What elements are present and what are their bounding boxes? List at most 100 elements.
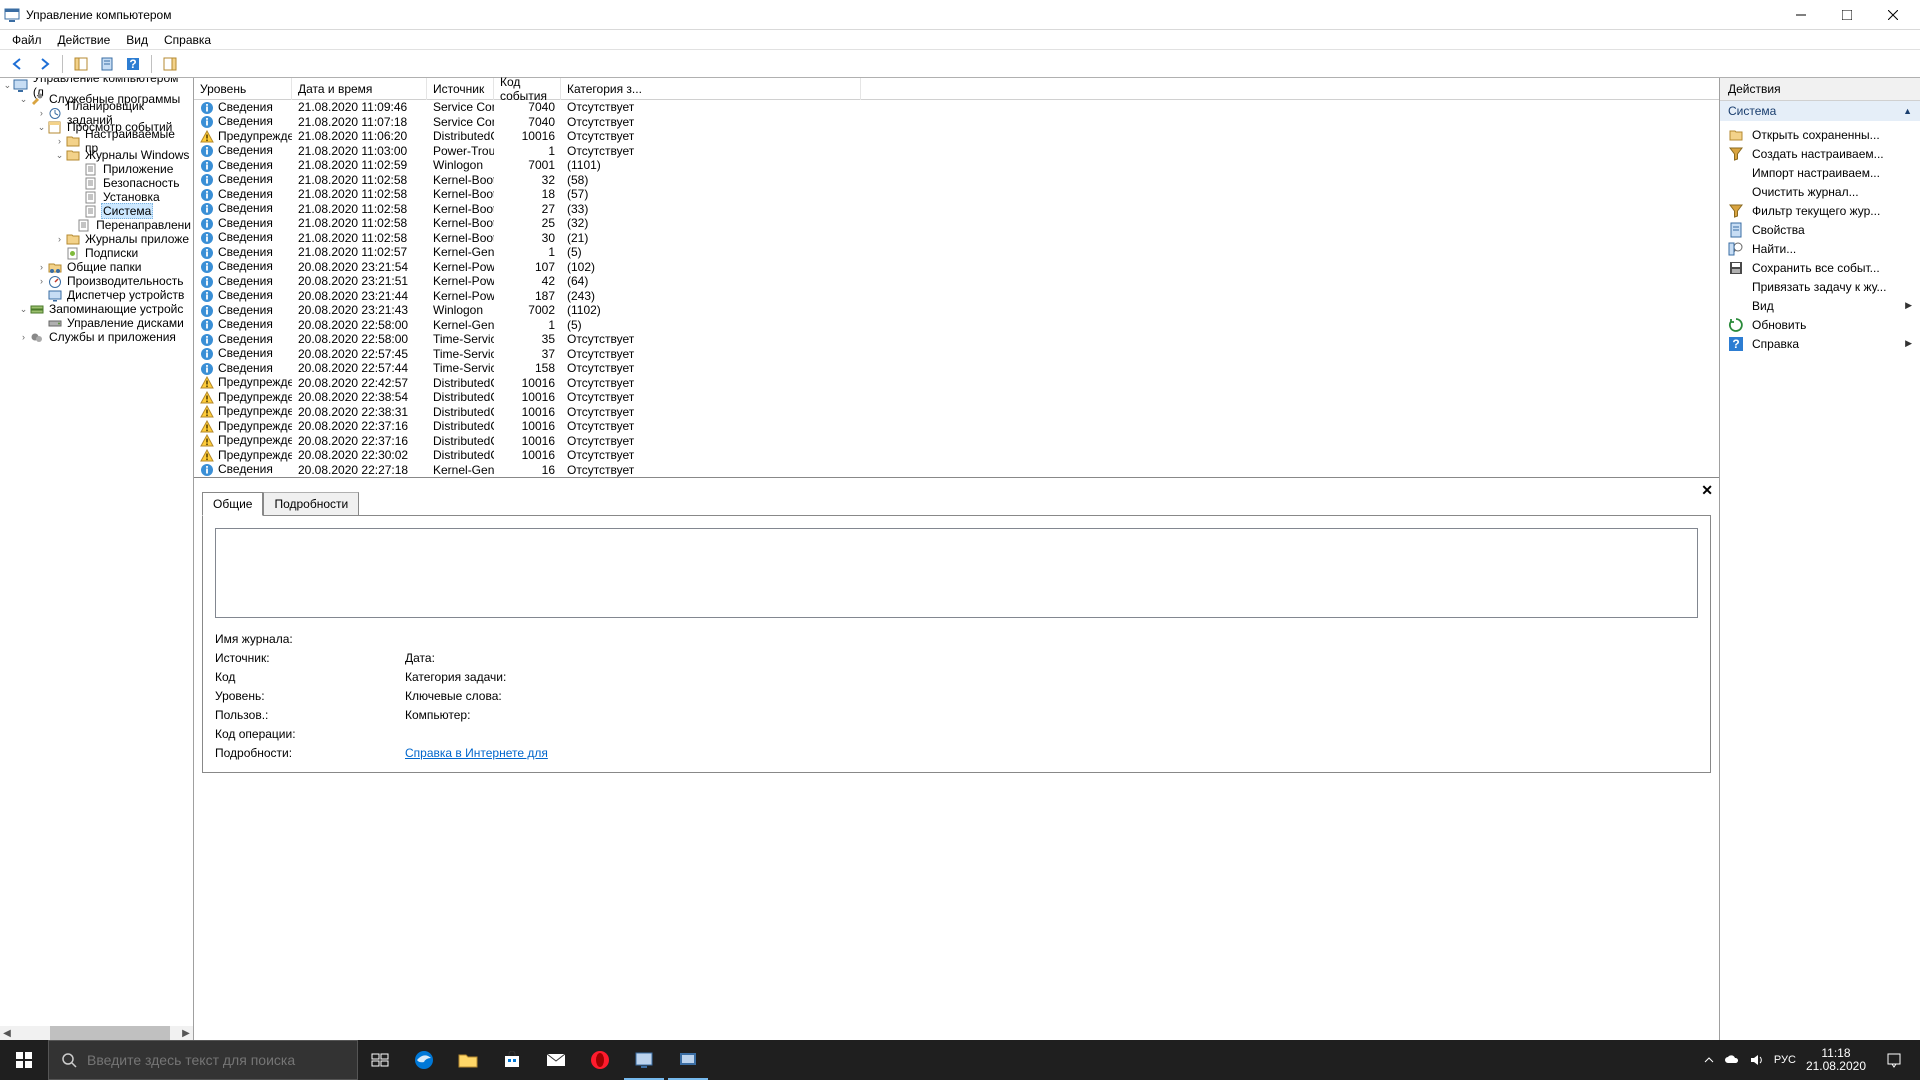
- mail-icon[interactable]: [534, 1040, 578, 1080]
- col-source[interactable]: Источник: [427, 78, 494, 100]
- event-row[interactable]: Сведения20.08.2020 22:57:45Time-Service3…: [194, 347, 1719, 362]
- event-row[interactable]: Сведения21.08.2020 11:09:46Service Cont.…: [194, 100, 1719, 115]
- tree[interactable]: ⌄Управление компьютером (л⌄Служебные про…: [0, 78, 193, 1026]
- event-row[interactable]: Предупреждение20.08.2020 22:38:54Distrib…: [194, 390, 1719, 405]
- tree-node[interactable]: Приложение: [0, 162, 193, 176]
- event-row[interactable]: Сведения21.08.2020 11:02:58Kernel-Boot27…: [194, 202, 1719, 217]
- show-hide-tree-button[interactable]: [69, 53, 93, 75]
- col-category[interactable]: Категория з...: [561, 78, 861, 100]
- tree-node[interactable]: Перенаправлени: [0, 218, 193, 232]
- event-row[interactable]: Предупреждение20.08.2020 22:30:02Distrib…: [194, 448, 1719, 463]
- action-item[interactable]: Свойства: [1720, 220, 1920, 239]
- event-row[interactable]: Сведения20.08.2020 23:21:51Kernel-Power4…: [194, 274, 1719, 289]
- tree-node[interactable]: ›Производительность: [0, 274, 193, 288]
- taskbar-search[interactable]: [48, 1040, 358, 1080]
- store-icon[interactable]: [490, 1040, 534, 1080]
- event-row[interactable]: Сведения21.08.2020 11:03:00Power-Trou...…: [194, 144, 1719, 159]
- event-row[interactable]: Сведения21.08.2020 11:02:59Winlogon7001(…: [194, 158, 1719, 173]
- tray-chevron-icon[interactable]: [1704, 1055, 1714, 1065]
- event-row[interactable]: Сведения21.08.2020 11:02:58Kernel-Boot32…: [194, 173, 1719, 188]
- menu-help[interactable]: Справка: [156, 31, 219, 49]
- expander-icon[interactable]: ⌄: [54, 150, 65, 161]
- col-eventid[interactable]: Код события: [494, 78, 561, 100]
- tray-onedrive-icon[interactable]: [1724, 1054, 1740, 1066]
- explorer-icon[interactable]: [446, 1040, 490, 1080]
- expander-icon[interactable]: ›: [54, 136, 65, 146]
- tree-node[interactable]: ›Планировщик заданий: [0, 106, 193, 120]
- tree-node[interactable]: Установка: [0, 190, 193, 204]
- action-item[interactable]: Сохранить все событ...: [1720, 258, 1920, 277]
- expander-icon[interactable]: ›: [36, 108, 47, 118]
- event-row[interactable]: Сведения20.08.2020 23:21:54Kernel-Power1…: [194, 260, 1719, 275]
- tree-node[interactable]: ⌄Управление компьютером (л: [0, 78, 193, 92]
- event-row[interactable]: Сведения21.08.2020 11:02:58Kernel-Boot30…: [194, 231, 1719, 246]
- back-button[interactable]: [6, 53, 30, 75]
- tree-node[interactable]: ›Службы и приложения: [0, 330, 193, 344]
- expander-icon[interactable]: ⌄: [36, 122, 47, 133]
- col-date[interactable]: Дата и время: [292, 78, 427, 100]
- tree-node[interactable]: Диспетчер устройств: [0, 288, 193, 302]
- action-item[interactable]: Открыть сохраненны...: [1720, 125, 1920, 144]
- event-row[interactable]: Сведения20.08.2020 22:58:00Kernel-Gene..…: [194, 318, 1719, 333]
- event-row[interactable]: Предупреждение20.08.2020 22:38:31Distrib…: [194, 405, 1719, 420]
- action-item[interactable]: Вид▶: [1720, 296, 1920, 315]
- action-item[interactable]: ?Справка▶: [1720, 334, 1920, 353]
- event-row[interactable]: Предупреждение20.08.2020 22:37:16Distrib…: [194, 419, 1719, 434]
- event-row[interactable]: Сведения21.08.2020 11:07:18Service Cont.…: [194, 115, 1719, 130]
- event-row[interactable]: Сведения20.08.2020 22:58:00Time-Service3…: [194, 332, 1719, 347]
- menu-file[interactable]: Файл: [4, 31, 50, 49]
- taskbar-app-icon[interactable]: [622, 1040, 666, 1080]
- minimize-button[interactable]: [1778, 0, 1824, 30]
- event-row[interactable]: Предупреждение20.08.2020 22:42:57Distrib…: [194, 376, 1719, 391]
- tab-details[interactable]: Подробности: [263, 492, 359, 516]
- action-item[interactable]: Обновить: [1720, 315, 1920, 334]
- event-row[interactable]: Сведения21.08.2020 11:02:57Kernel-Gene..…: [194, 245, 1719, 260]
- tab-general[interactable]: Общие: [202, 492, 263, 516]
- event-row[interactable]: Сведения20.08.2020 22:57:44Time-Service1…: [194, 361, 1719, 376]
- forward-button[interactable]: [32, 53, 56, 75]
- expander-icon[interactable]: ›: [36, 262, 47, 272]
- event-row[interactable]: Предупреждение21.08.2020 11:06:20Distrib…: [194, 129, 1719, 144]
- maximize-button[interactable]: [1824, 0, 1870, 30]
- tree-node[interactable]: Управление дисками: [0, 316, 193, 330]
- close-button[interactable]: [1870, 0, 1916, 30]
- event-row[interactable]: Сведения20.08.2020 23:21:43Winlogon7002(…: [194, 303, 1719, 318]
- action-item[interactable]: Создать настраиваем...: [1720, 144, 1920, 163]
- menu-action[interactable]: Действие: [50, 31, 119, 49]
- menu-view[interactable]: Вид: [118, 31, 156, 49]
- list-header[interactable]: Уровень Дата и время Источник Код событи…: [194, 78, 1719, 100]
- start-button[interactable]: [0, 1040, 48, 1080]
- action-item[interactable]: Импорт настраиваем...: [1720, 163, 1920, 182]
- event-row[interactable]: Сведения21.08.2020 11:02:58Kernel-Boot25…: [194, 216, 1719, 231]
- tree-node[interactable]: Безопасность: [0, 176, 193, 190]
- col-level[interactable]: Уровень: [194, 78, 292, 100]
- list-body[interactable]: Сведения21.08.2020 11:09:46Service Cont.…: [194, 100, 1719, 477]
- actions-section[interactable]: Система ▲: [1720, 101, 1920, 121]
- tree-node[interactable]: Подписки: [0, 246, 193, 260]
- tree-node[interactable]: ›Настраиваемые пр: [0, 134, 193, 148]
- event-row[interactable]: Предупреждение20.08.2020 22:37:16Distrib…: [194, 434, 1719, 449]
- action-item[interactable]: Очистить журнал...: [1720, 182, 1920, 201]
- tray-clock[interactable]: 11:18 21.08.2020: [1806, 1047, 1866, 1073]
- tree-node[interactable]: ›Общие папки: [0, 260, 193, 274]
- expander-icon[interactable]: ⌄: [2, 80, 13, 91]
- detail-close-button[interactable]: ✕: [1701, 482, 1713, 499]
- expander-icon[interactable]: ›: [54, 234, 65, 244]
- tray-volume-icon[interactable]: [1750, 1053, 1764, 1067]
- event-row[interactable]: Сведения20.08.2020 22:27:18Kernel-Gene..…: [194, 463, 1719, 478]
- tree-node[interactable]: Система: [0, 204, 193, 218]
- expander-icon[interactable]: ⌄: [18, 94, 29, 105]
- help-link[interactable]: Справка в Интернете для: [405, 746, 548, 760]
- event-row[interactable]: Сведения21.08.2020 11:02:58Kernel-Boot18…: [194, 187, 1719, 202]
- action-item[interactable]: Фильтр текущего жур...: [1720, 201, 1920, 220]
- tree-node[interactable]: ⌄Запоминающие устройс: [0, 302, 193, 316]
- tray-lang[interactable]: РУС: [1774, 1054, 1796, 1066]
- search-input[interactable]: [87, 1052, 345, 1068]
- opera-icon[interactable]: [578, 1040, 622, 1080]
- expander-icon[interactable]: ⌄: [18, 304, 29, 315]
- taskbar-compmgmt-icon[interactable]: [666, 1040, 710, 1080]
- help-button[interactable]: ?: [121, 53, 145, 75]
- show-actions-button[interactable]: [158, 53, 182, 75]
- tree-node[interactable]: ⌄Журналы Windows: [0, 148, 193, 162]
- tree-node[interactable]: ›Журналы приложе: [0, 232, 193, 246]
